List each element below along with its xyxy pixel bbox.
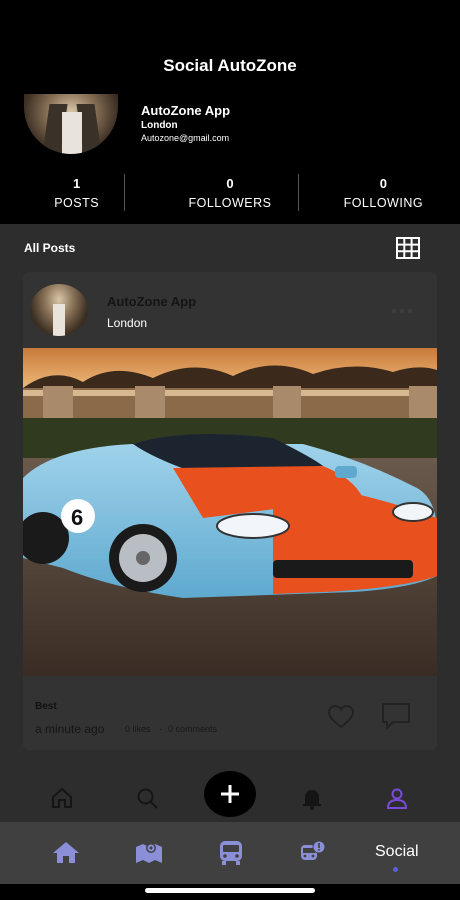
- profile-avatar[interactable]: [24, 94, 118, 154]
- post-likes-count[interactable]: 0 likes: [125, 724, 151, 734]
- post-header: AutoZone App London: [23, 272, 437, 347]
- profile-icon[interactable]: [385, 786, 409, 810]
- post-comments-count[interactable]: 0 comments: [168, 724, 217, 734]
- stat-divider: [298, 174, 299, 211]
- stat-label: FOLLOWING: [343, 196, 424, 210]
- stat-posts[interactable]: 1 POSTS: [0, 176, 153, 216]
- home-icon[interactable]: [50, 786, 74, 810]
- grid-icon[interactable]: [396, 237, 420, 259]
- comment-icon[interactable]: [381, 702, 411, 730]
- bus-alert-icon[interactable]: [300, 840, 326, 864]
- stat-value: 0: [379, 176, 387, 191]
- home-indicator[interactable]: [145, 888, 315, 893]
- bell-icon[interactable]: [300, 786, 324, 810]
- add-post-button[interactable]: [204, 771, 256, 817]
- profile-city: London: [141, 120, 178, 131]
- post-location: London: [107, 316, 148, 330]
- active-tab-indicator: [393, 867, 398, 872]
- meta-separator: ·: [159, 724, 162, 734]
- bus-icon[interactable]: [218, 840, 244, 866]
- profile-info: AutoZone App London Autozone@gmail.com: [141, 103, 230, 143]
- stat-label: POSTS: [54, 196, 100, 210]
- post-author[interactable]: AutoZone App: [107, 294, 196, 309]
- stat-value: 0: [226, 176, 234, 191]
- tab-social[interactable]: Social: [375, 843, 419, 861]
- app-title: Social AutoZone: [163, 56, 297, 75]
- post-card: AutoZone App London 6 Best a minute ago …: [23, 272, 437, 750]
- more-options-icon[interactable]: [390, 308, 414, 314]
- home-icon[interactable]: [52, 840, 80, 864]
- stat-followers[interactable]: 0 FOLLOWERS: [153, 176, 306, 216]
- post-image[interactable]: 6: [23, 348, 437, 676]
- post-time: a minute ago: [35, 722, 105, 736]
- svg-text:6: 6: [71, 505, 83, 530]
- search-icon[interactable]: [135, 786, 159, 810]
- add-icon: [221, 785, 239, 803]
- post-author-avatar[interactable]: [30, 284, 88, 336]
- stat-label: FOLLOWERS: [188, 196, 272, 210]
- profile-header: Social AutoZone AutoZone App London Auto…: [0, 0, 460, 224]
- profile-email: Autozone@gmail.com: [141, 133, 230, 143]
- heart-icon[interactable]: [327, 704, 355, 730]
- bottom-tab-bar: Social: [0, 822, 460, 884]
- map-icon[interactable]: [135, 840, 163, 864]
- stat-value: 1: [73, 176, 81, 191]
- section-title: All Posts: [24, 241, 76, 255]
- stat-divider: [124, 174, 125, 211]
- post-caption: Best: [35, 701, 57, 712]
- profile-stats: 1 POSTS 0 FOLLOWERS 0 FOLLOWING: [0, 176, 460, 216]
- profile-name: AutoZone App: [141, 103, 231, 118]
- stat-following[interactable]: 0 FOLLOWING: [307, 176, 460, 216]
